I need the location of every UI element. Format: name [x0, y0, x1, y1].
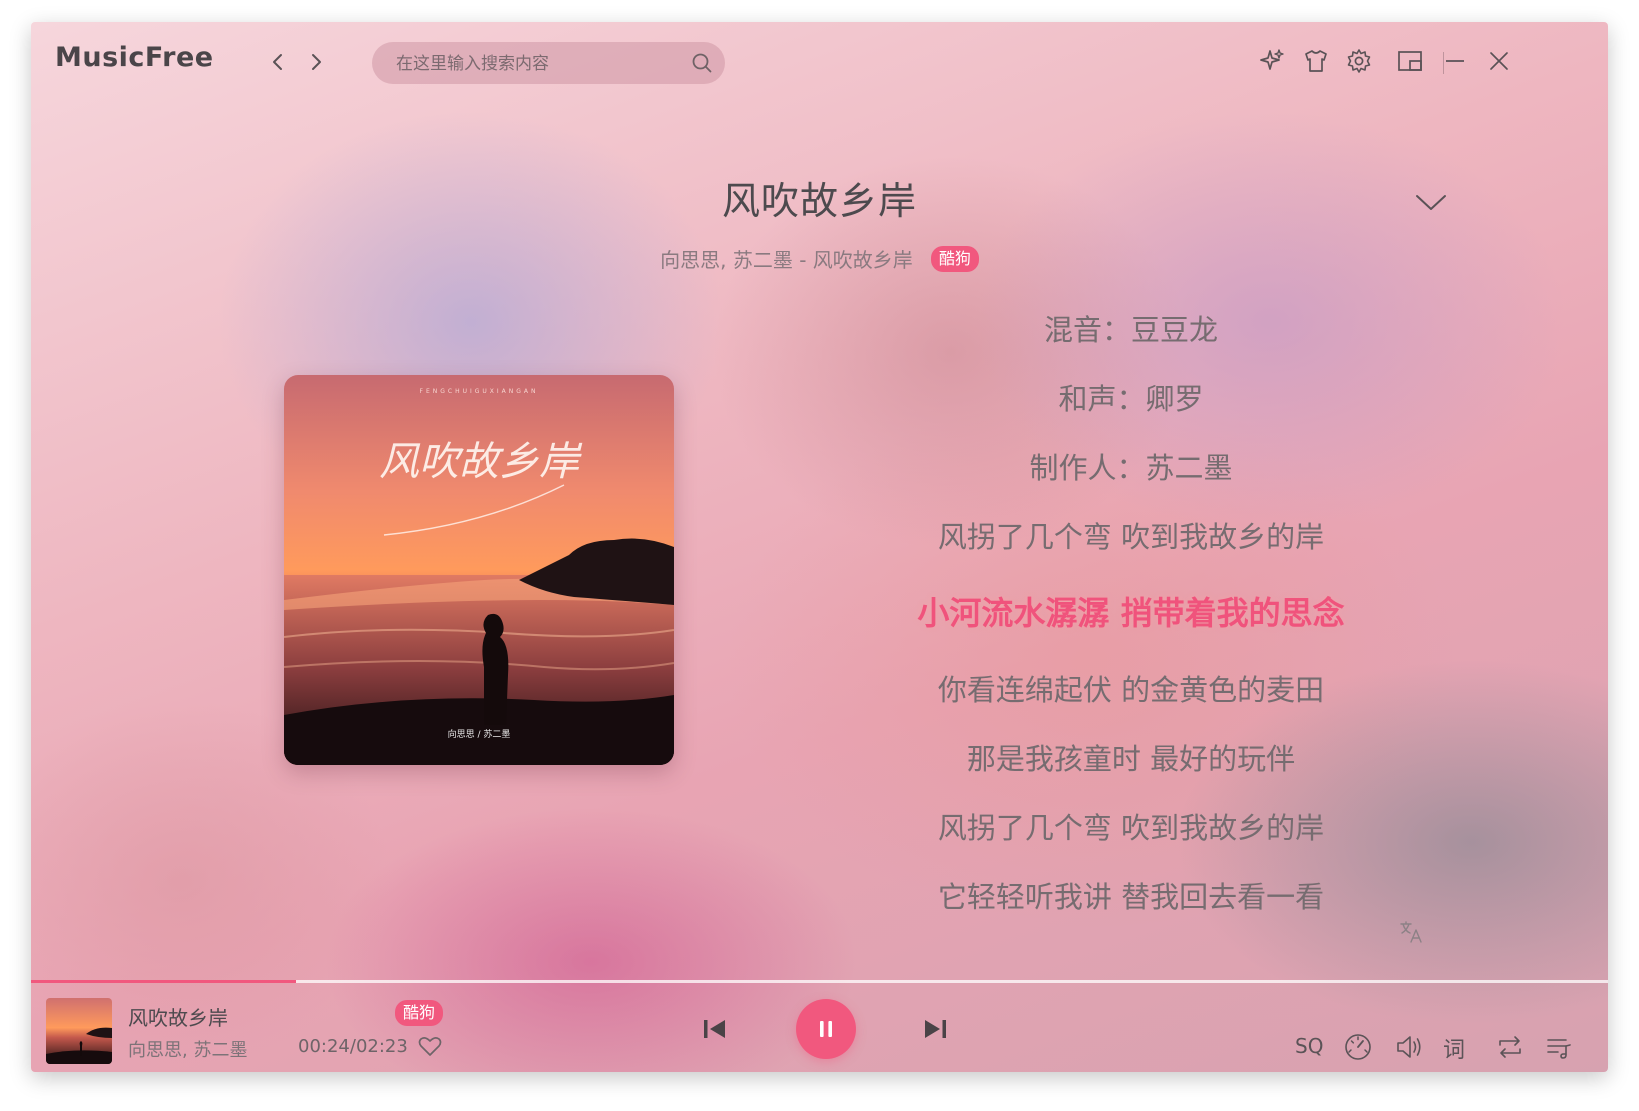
album-cover: FENGCHUIGUXIANGAN 风吹故乡岸 向思思 / 苏二墨: [284, 375, 674, 765]
lyric-line[interactable]: 风拐了几个弯 吹到我故乡的岸: [861, 805, 1401, 847]
next-icon: [925, 1020, 946, 1038]
repeat-icon: [1499, 1036, 1521, 1058]
equalizer-button[interactable]: [1341, 1030, 1375, 1064]
mini-cover-art: [46, 998, 112, 1064]
theme-effects-button[interactable]: [1255, 44, 1289, 78]
like-button[interactable]: [417, 1034, 443, 1062]
pause-icon: [820, 1021, 832, 1037]
repeat-button[interactable]: [1493, 1030, 1527, 1064]
lyric-line[interactable]: 你看连绵起伏 的金黄色的麦田: [861, 667, 1401, 709]
forward-icon: [312, 54, 321, 70]
next-button[interactable]: [918, 1011, 954, 1047]
cover-top-text: FENGCHUIGUXIANGAN: [420, 388, 539, 395]
source-badge: 酷狗: [930, 245, 979, 272]
playlist-icon: [1547, 1039, 1571, 1059]
sparkle-icon: [1260, 49, 1284, 70]
search-icon[interactable]: [691, 52, 713, 78]
search-input[interactable]: [394, 42, 678, 86]
volume-button[interactable]: [1392, 1030, 1426, 1064]
song-subtitle: 向思思, 苏二墨 - 风吹故乡岸 酷狗: [31, 244, 1608, 273]
lyric-line-active[interactable]: 小河流水潺潺 捎带着我的思念: [861, 588, 1401, 634]
back-button[interactable]: [264, 48, 292, 76]
mini-mode-icon: [1398, 51, 1422, 71]
progress-bar[interactable]: [31, 980, 1608, 983]
lyric-line[interactable]: 和声：卿罗: [861, 376, 1401, 418]
lyric-line[interactable]: 制作人：苏二墨: [861, 445, 1401, 487]
skin-button[interactable]: [1299, 44, 1333, 78]
minimize-button[interactable]: [1438, 44, 1472, 78]
mini-album-cover[interactable]: [46, 998, 112, 1064]
mini-mode-button[interactable]: [1393, 44, 1427, 78]
settings-button[interactable]: [1342, 44, 1376, 78]
equalizer-icon: [1345, 1034, 1371, 1060]
cover-artist-text: 向思思 / 苏二墨: [448, 728, 511, 740]
chevron-down-icon: [1416, 195, 1446, 210]
previous-icon: [704, 1020, 725, 1038]
progress-fill: [31, 980, 296, 983]
close-icon: [1490, 52, 1508, 70]
search-bar: [372, 42, 725, 86]
shirt-icon: [1305, 50, 1327, 72]
desktop-lyric-button[interactable]: 词: [1443, 1032, 1465, 1064]
cover-title-text: 风吹故乡岸: [379, 439, 583, 485]
playlist-button[interactable]: [1542, 1030, 1576, 1064]
lyric-line[interactable]: 那是我孩童时 最好的玩伴: [861, 736, 1401, 778]
back-icon: [273, 54, 282, 70]
app-window: MusicFree 风吹故乡岸 向思思, 苏二墨 - 风吹故乡岸酷狗: [31, 22, 1608, 1072]
collapse-player-button[interactable]: [1414, 192, 1448, 218]
quality-button[interactable]: SQ: [1295, 1034, 1323, 1058]
album-cover-art: FENGCHUIGUXIANGAN 风吹故乡岸 向思思 / 苏二墨: [284, 375, 674, 765]
close-button[interactable]: [1482, 44, 1516, 78]
heart-icon: [418, 1037, 442, 1056]
translate-icon: [1400, 921, 1422, 943]
lyric-line[interactable]: 混音：豆豆龙: [861, 307, 1401, 349]
lyric-line[interactable]: 风拐了几个弯 吹到我故乡的岸: [861, 514, 1401, 556]
volume-icon: [1397, 1036, 1421, 1058]
now-playing-source-badge: 酷狗: [395, 1000, 444, 1026]
gear-icon: [1347, 49, 1371, 73]
forward-button[interactable]: [302, 48, 330, 76]
now-playing-title: 风吹故乡岸: [128, 1006, 228, 1030]
lyric-line[interactable]: 它轻轻听我讲 替我回去看一看: [861, 874, 1401, 916]
pause-button[interactable]: [796, 999, 856, 1059]
song-title: 风吹故乡岸: [721, 179, 917, 223]
playback-time: 00:24/02:23: [298, 1036, 408, 1057]
translate-button[interactable]: [1399, 920, 1425, 948]
previous-button[interactable]: [696, 1011, 732, 1047]
app-logo: MusicFree: [55, 42, 214, 73]
now-playing-artist: 向思思, 苏二墨: [128, 1040, 248, 1061]
artist-album-text: 向思思, 苏二墨 - 风吹故乡岸: [660, 248, 913, 272]
minimize-icon: [1446, 60, 1464, 62]
